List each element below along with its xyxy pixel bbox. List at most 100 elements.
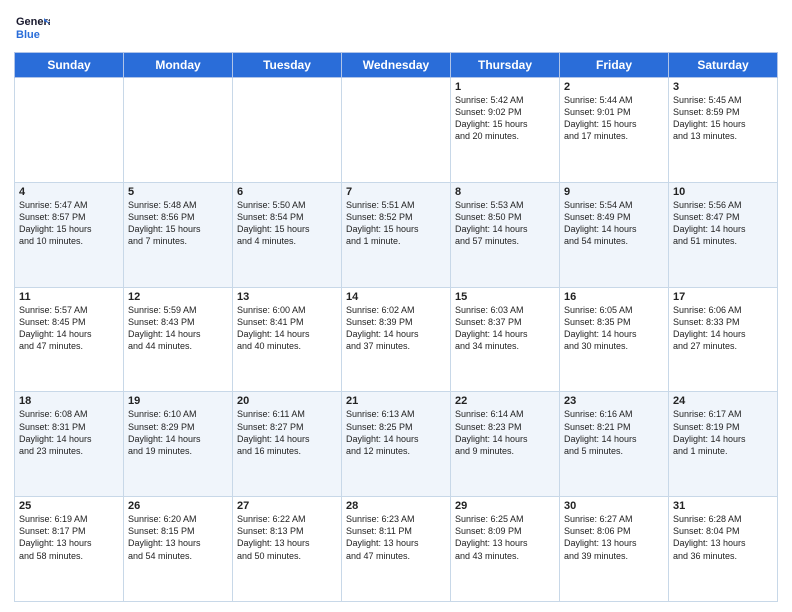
calendar-cell: 31Sunrise: 6:28 AM Sunset: 8:04 PM Dayli…: [669, 497, 778, 602]
day-number: 4: [19, 186, 119, 198]
day-number: 29: [455, 500, 555, 512]
calendar-cell: 26Sunrise: 6:20 AM Sunset: 8:15 PM Dayli…: [124, 497, 233, 602]
day-info: Sunrise: 5:51 AM Sunset: 8:52 PM Dayligh…: [346, 199, 446, 248]
day-info: Sunrise: 5:44 AM Sunset: 9:01 PM Dayligh…: [564, 94, 664, 143]
day-info: Sunrise: 6:28 AM Sunset: 8:04 PM Dayligh…: [673, 513, 773, 562]
day-number: 28: [346, 500, 446, 512]
calendar-week-row: 25Sunrise: 6:19 AM Sunset: 8:17 PM Dayli…: [15, 497, 778, 602]
day-info: Sunrise: 6:20 AM Sunset: 8:15 PM Dayligh…: [128, 513, 228, 562]
calendar-cell: 19Sunrise: 6:10 AM Sunset: 8:29 PM Dayli…: [124, 392, 233, 497]
day-info: Sunrise: 6:17 AM Sunset: 8:19 PM Dayligh…: [673, 408, 773, 457]
day-info: Sunrise: 6:25 AM Sunset: 8:09 PM Dayligh…: [455, 513, 555, 562]
day-number: 13: [237, 291, 337, 303]
day-info: Sunrise: 5:57 AM Sunset: 8:45 PM Dayligh…: [19, 304, 119, 353]
calendar-cell: 9Sunrise: 5:54 AM Sunset: 8:49 PM Daylig…: [560, 182, 669, 287]
day-info: Sunrise: 5:50 AM Sunset: 8:54 PM Dayligh…: [237, 199, 337, 248]
calendar-header-wednesday: Wednesday: [342, 53, 451, 78]
calendar-cell: 21Sunrise: 6:13 AM Sunset: 8:25 PM Dayli…: [342, 392, 451, 497]
day-number: 11: [19, 291, 119, 303]
day-number: 9: [564, 186, 664, 198]
calendar-cell: 10Sunrise: 5:56 AM Sunset: 8:47 PM Dayli…: [669, 182, 778, 287]
day-number: 19: [128, 395, 228, 407]
day-number: 7: [346, 186, 446, 198]
calendar-cell: 27Sunrise: 6:22 AM Sunset: 8:13 PM Dayli…: [233, 497, 342, 602]
day-number: 31: [673, 500, 773, 512]
calendar-cell: 11Sunrise: 5:57 AM Sunset: 8:45 PM Dayli…: [15, 287, 124, 392]
calendar-week-row: 4Sunrise: 5:47 AM Sunset: 8:57 PM Daylig…: [15, 182, 778, 287]
day-info: Sunrise: 6:10 AM Sunset: 8:29 PM Dayligh…: [128, 408, 228, 457]
calendar-cell: 8Sunrise: 5:53 AM Sunset: 8:50 PM Daylig…: [451, 182, 560, 287]
day-number: 1: [455, 81, 555, 93]
day-number: 10: [673, 186, 773, 198]
day-info: Sunrise: 6:27 AM Sunset: 8:06 PM Dayligh…: [564, 513, 664, 562]
day-number: 15: [455, 291, 555, 303]
calendar-header-monday: Monday: [124, 53, 233, 78]
calendar-cell: 5Sunrise: 5:48 AM Sunset: 8:56 PM Daylig…: [124, 182, 233, 287]
calendar-header-saturday: Saturday: [669, 53, 778, 78]
calendar-cell: 30Sunrise: 6:27 AM Sunset: 8:06 PM Dayli…: [560, 497, 669, 602]
day-number: 24: [673, 395, 773, 407]
day-number: 12: [128, 291, 228, 303]
svg-text:General: General: [16, 16, 50, 28]
calendar-cell: 2Sunrise: 5:44 AM Sunset: 9:01 PM Daylig…: [560, 78, 669, 183]
day-info: Sunrise: 5:59 AM Sunset: 8:43 PM Dayligh…: [128, 304, 228, 353]
calendar-week-row: 11Sunrise: 5:57 AM Sunset: 8:45 PM Dayli…: [15, 287, 778, 392]
day-number: 25: [19, 500, 119, 512]
day-info: Sunrise: 6:02 AM Sunset: 8:39 PM Dayligh…: [346, 304, 446, 353]
day-number: 14: [346, 291, 446, 303]
day-info: Sunrise: 5:54 AM Sunset: 8:49 PM Dayligh…: [564, 199, 664, 248]
svg-text:Blue: Blue: [16, 29, 40, 41]
calendar-cell: [15, 78, 124, 183]
day-info: Sunrise: 6:19 AM Sunset: 8:17 PM Dayligh…: [19, 513, 119, 562]
day-info: Sunrise: 6:08 AM Sunset: 8:31 PM Dayligh…: [19, 408, 119, 457]
day-number: 3: [673, 81, 773, 93]
calendar-cell: 28Sunrise: 6:23 AM Sunset: 8:11 PM Dayli…: [342, 497, 451, 602]
calendar-cell: [342, 78, 451, 183]
calendar-cell: 16Sunrise: 6:05 AM Sunset: 8:35 PM Dayli…: [560, 287, 669, 392]
day-number: 6: [237, 186, 337, 198]
logo: General Blue: [14, 10, 50, 46]
calendar-cell: 18Sunrise: 6:08 AM Sunset: 8:31 PM Dayli…: [15, 392, 124, 497]
day-number: 21: [346, 395, 446, 407]
day-info: Sunrise: 6:00 AM Sunset: 8:41 PM Dayligh…: [237, 304, 337, 353]
calendar-cell: [233, 78, 342, 183]
day-number: 20: [237, 395, 337, 407]
day-number: 2: [564, 81, 664, 93]
day-number: 30: [564, 500, 664, 512]
day-info: Sunrise: 6:03 AM Sunset: 8:37 PM Dayligh…: [455, 304, 555, 353]
day-number: 17: [673, 291, 773, 303]
calendar-cell: 15Sunrise: 6:03 AM Sunset: 8:37 PM Dayli…: [451, 287, 560, 392]
logo-svg: General Blue: [14, 10, 50, 46]
calendar-header-sunday: Sunday: [15, 53, 124, 78]
day-info: Sunrise: 6:22 AM Sunset: 8:13 PM Dayligh…: [237, 513, 337, 562]
calendar-cell: [124, 78, 233, 183]
day-info: Sunrise: 5:47 AM Sunset: 8:57 PM Dayligh…: [19, 199, 119, 248]
calendar-cell: 20Sunrise: 6:11 AM Sunset: 8:27 PM Dayli…: [233, 392, 342, 497]
calendar-cell: 6Sunrise: 5:50 AM Sunset: 8:54 PM Daylig…: [233, 182, 342, 287]
calendar-header-thursday: Thursday: [451, 53, 560, 78]
calendar-cell: 22Sunrise: 6:14 AM Sunset: 8:23 PM Dayli…: [451, 392, 560, 497]
calendar-week-row: 1Sunrise: 5:42 AM Sunset: 9:02 PM Daylig…: [15, 78, 778, 183]
calendar-week-row: 18Sunrise: 6:08 AM Sunset: 8:31 PM Dayli…: [15, 392, 778, 497]
calendar-cell: 25Sunrise: 6:19 AM Sunset: 8:17 PM Dayli…: [15, 497, 124, 602]
calendar-cell: 23Sunrise: 6:16 AM Sunset: 8:21 PM Dayli…: [560, 392, 669, 497]
calendar-cell: 14Sunrise: 6:02 AM Sunset: 8:39 PM Dayli…: [342, 287, 451, 392]
calendar-header-tuesday: Tuesday: [233, 53, 342, 78]
page: General Blue SundayMondayTuesdayWednesda…: [0, 0, 792, 612]
day-info: Sunrise: 6:11 AM Sunset: 8:27 PM Dayligh…: [237, 408, 337, 457]
day-info: Sunrise: 5:53 AM Sunset: 8:50 PM Dayligh…: [455, 199, 555, 248]
day-number: 18: [19, 395, 119, 407]
calendar-cell: 29Sunrise: 6:25 AM Sunset: 8:09 PM Dayli…: [451, 497, 560, 602]
calendar-cell: 1Sunrise: 5:42 AM Sunset: 9:02 PM Daylig…: [451, 78, 560, 183]
day-number: 22: [455, 395, 555, 407]
day-number: 16: [564, 291, 664, 303]
calendar-cell: 24Sunrise: 6:17 AM Sunset: 8:19 PM Dayli…: [669, 392, 778, 497]
header: General Blue: [14, 10, 778, 46]
day-info: Sunrise: 6:16 AM Sunset: 8:21 PM Dayligh…: [564, 408, 664, 457]
day-info: Sunrise: 5:42 AM Sunset: 9:02 PM Dayligh…: [455, 94, 555, 143]
calendar-header-row: SundayMondayTuesdayWednesdayThursdayFrid…: [15, 53, 778, 78]
day-number: 8: [455, 186, 555, 198]
day-number: 27: [237, 500, 337, 512]
calendar-cell: 7Sunrise: 5:51 AM Sunset: 8:52 PM Daylig…: [342, 182, 451, 287]
day-info: Sunrise: 6:13 AM Sunset: 8:25 PM Dayligh…: [346, 408, 446, 457]
